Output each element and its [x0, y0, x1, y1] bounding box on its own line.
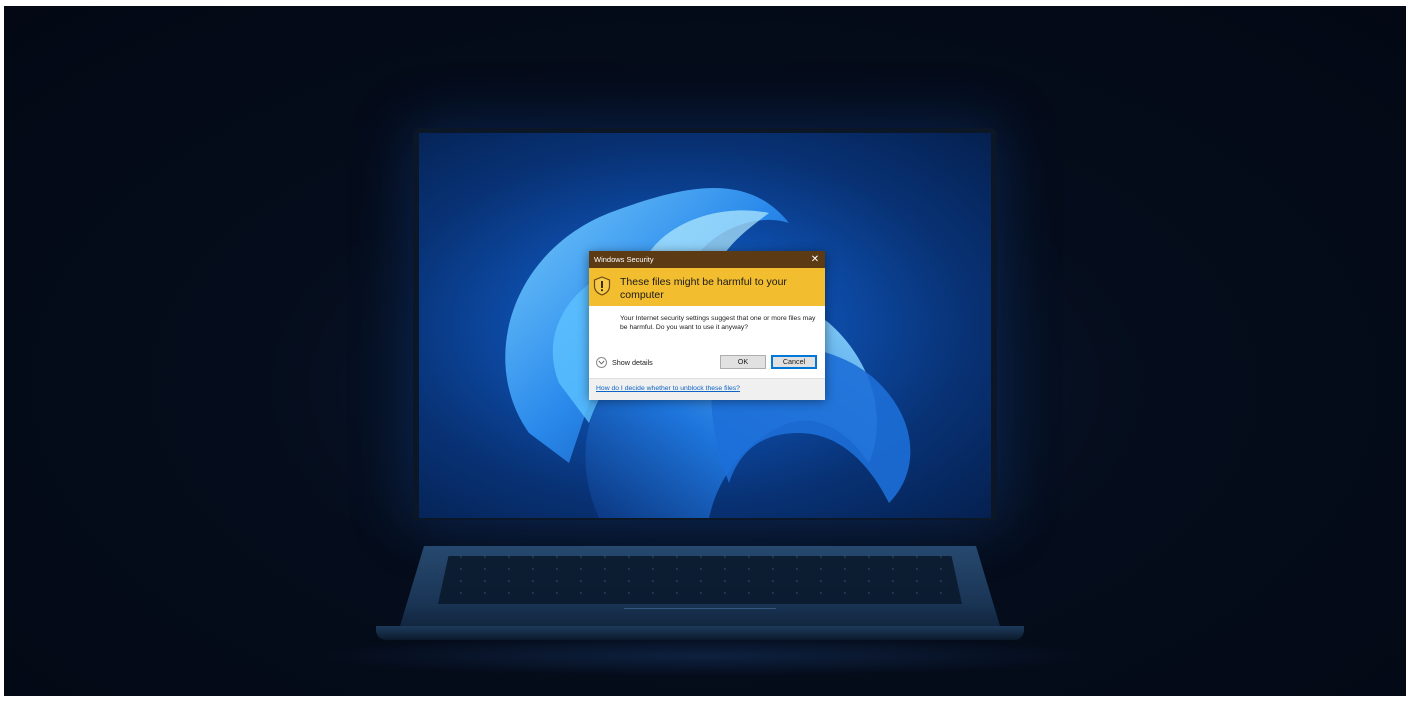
- dialog-heading: These files might be harmful to your com…: [620, 276, 787, 301]
- close-icon[interactable]: ✕: [805, 251, 825, 268]
- cancel-button[interactable]: Cancel: [771, 355, 817, 369]
- dialog-title: Windows Security: [594, 255, 654, 264]
- unblock-help-link[interactable]: How do I decide whether to unblock these…: [596, 385, 740, 392]
- dialog-titlebar: Windows Security ✕: [589, 251, 825, 268]
- warning-banner: These files might be harmful to your com…: [589, 268, 825, 306]
- show-details-label: Show details: [612, 357, 653, 367]
- keyboard: [438, 556, 962, 604]
- warning-shield-icon: [593, 276, 611, 296]
- chevron-down-icon: [596, 356, 607, 368]
- ok-button[interactable]: OK: [720, 355, 766, 369]
- dialog-message: Your Internet security settings suggest …: [620, 315, 816, 331]
- laptop-base: [376, 546, 1024, 642]
- windows-security-dialog: Windows Security ✕ These files might be …: [589, 251, 825, 400]
- show-details-toggle[interactable]: Show details: [596, 355, 653, 369]
- trackpad: [624, 608, 776, 625]
- floor-glow: [304, 636, 1104, 676]
- base-edge: [376, 626, 1024, 640]
- dialog-footer: How do I decide whether to unblock these…: [589, 378, 825, 400]
